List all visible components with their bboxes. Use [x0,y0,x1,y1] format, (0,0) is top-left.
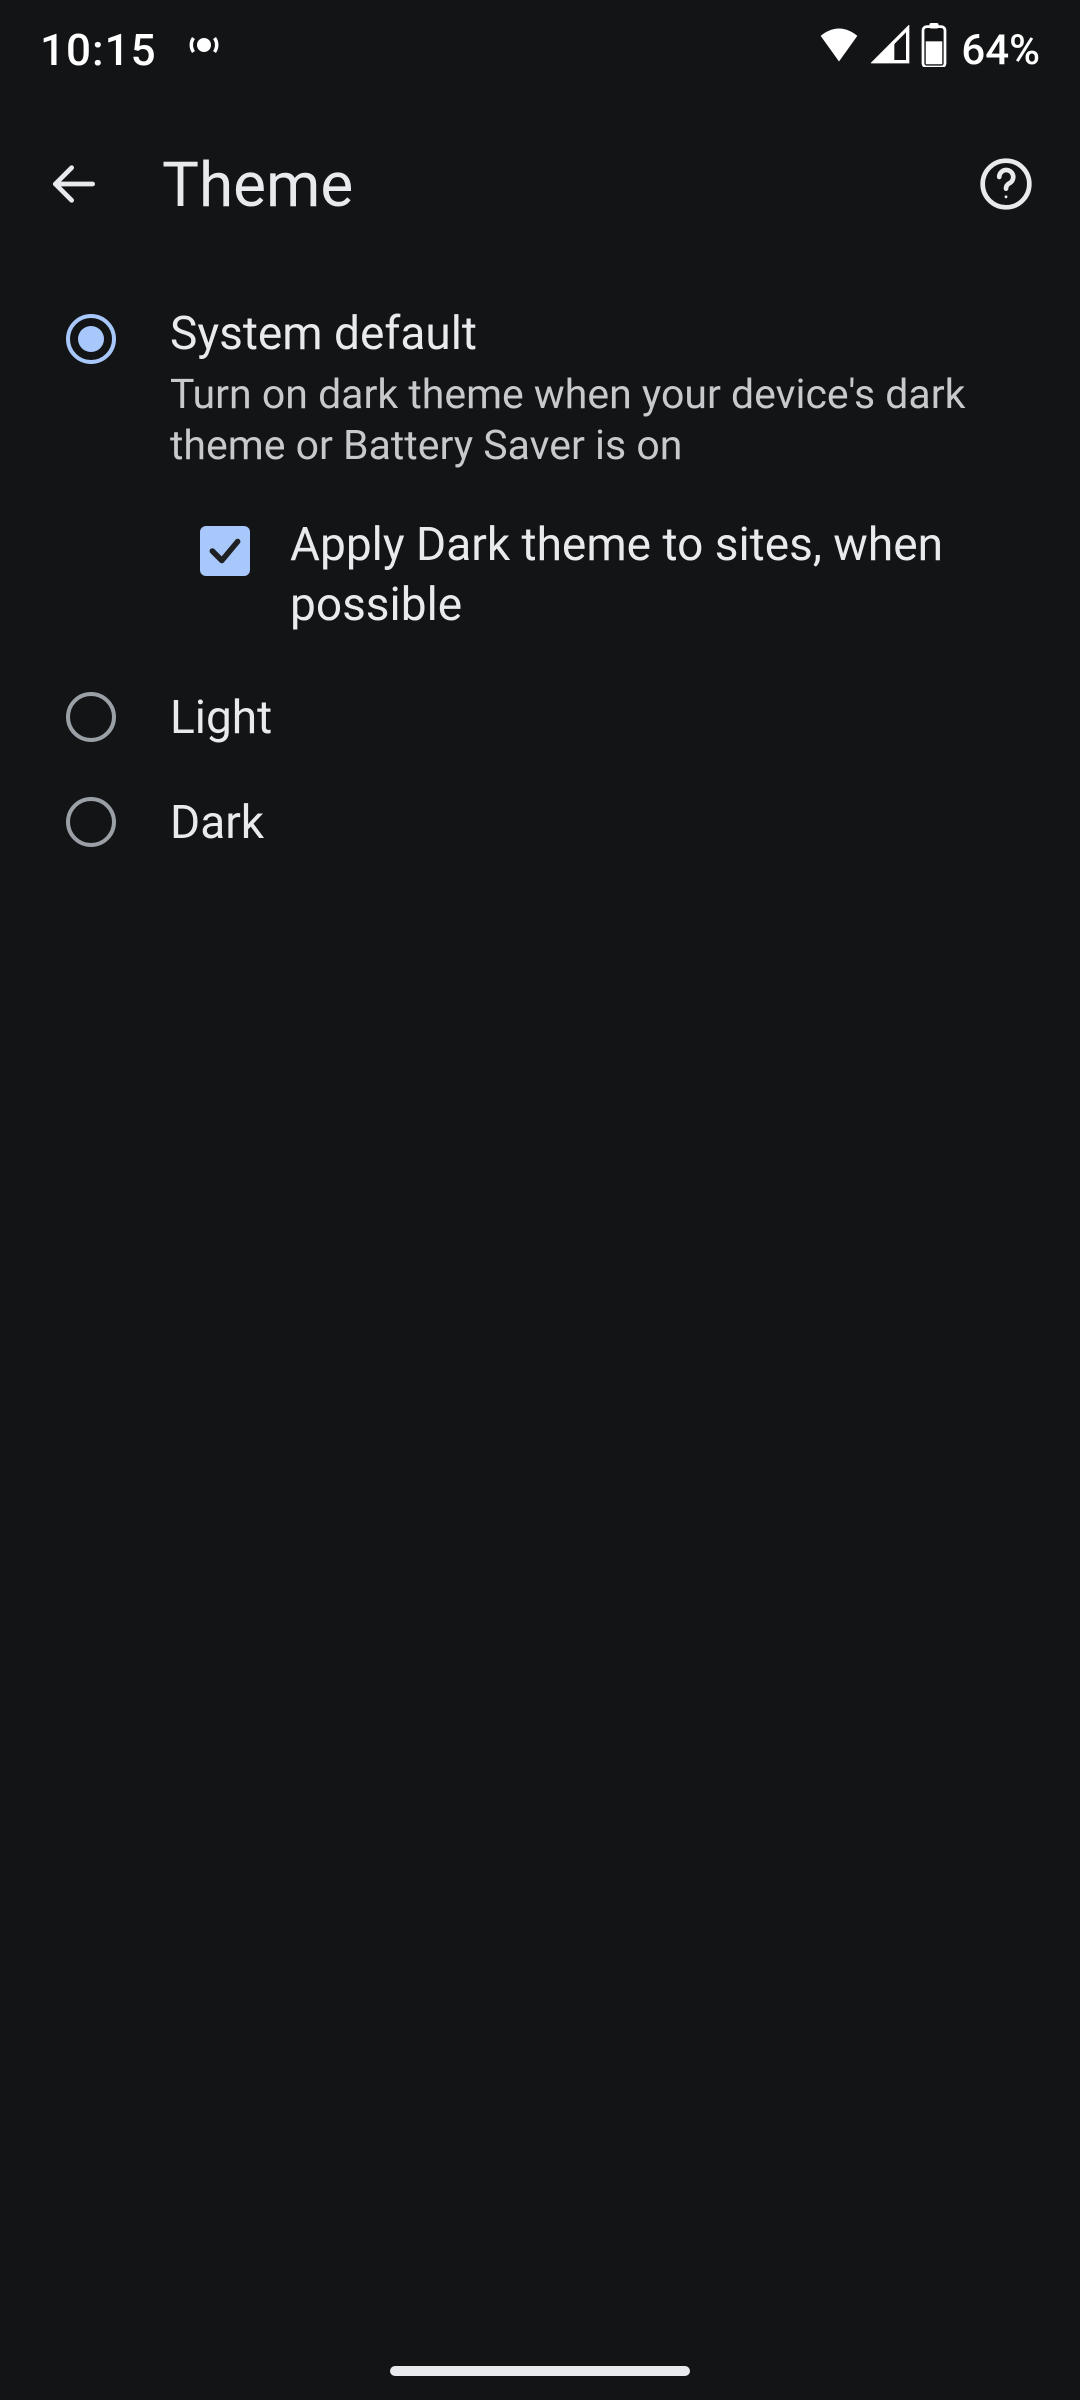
back-button[interactable] [34,145,114,225]
page-title: Theme [162,149,353,222]
status-time: 10:15 [40,24,157,76]
signal-icon [871,25,911,76]
theme-options: System default Turn on dark theme when y… [0,270,1080,889]
option-label: Apply Dark theme to sites, when possible [260,516,1020,636]
option-dark[interactable]: Dark [0,771,1080,877]
cast-icon [183,24,225,77]
app-bar: Theme [0,100,1080,270]
checkbox-icon [200,526,250,576]
option-title: Light [170,690,1020,748]
radio-icon [66,797,116,847]
option-apply-dark-sites[interactable]: Apply Dark theme to sites, when possible [0,496,1080,666]
option-desc: Turn on dark theme when your device's da… [170,370,1020,473]
help-icon [978,156,1034,215]
help-button[interactable] [966,145,1046,225]
status-battery-text: 64% [961,26,1040,75]
gesture-bar [390,2366,690,2376]
radio-icon [66,692,116,742]
arrow-left-icon [46,156,102,215]
wifi-icon [817,23,861,78]
option-title: Dark [170,795,1020,853]
battery-icon [921,23,947,78]
option-light[interactable]: Light [0,666,1080,772]
status-bar: 10:15 64% [0,0,1080,100]
option-system-default[interactable]: System default Turn on dark theme when y… [0,282,1080,496]
radio-icon [66,314,116,364]
option-title: System default [170,306,1020,364]
